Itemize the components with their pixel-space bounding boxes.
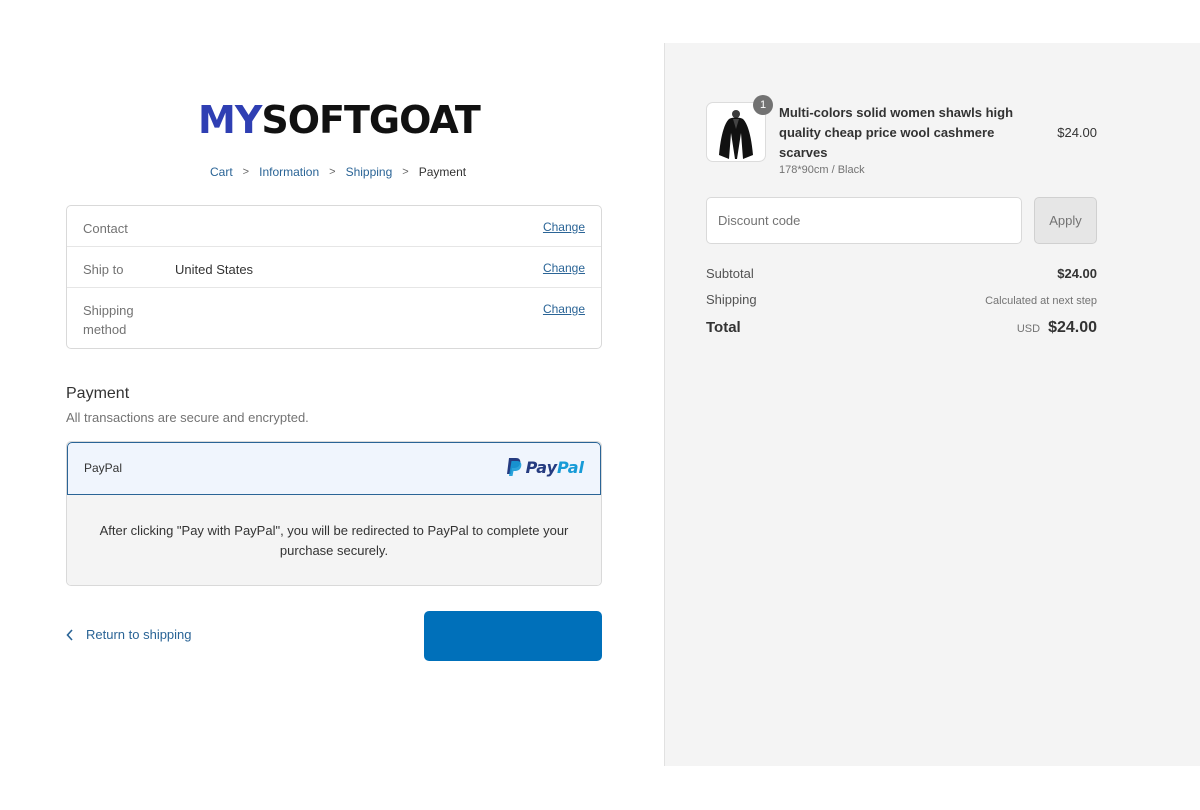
breadcrumb: Cart > Information > Shipping > Payment xyxy=(210,165,466,179)
paypal-logo-pay: Pay xyxy=(525,457,558,477)
breadcrumb-cart[interactable]: Cart xyxy=(210,165,233,179)
payment-subtitle: All transactions are secure and encrypte… xyxy=(66,410,309,425)
product-price: $24.00 xyxy=(1057,125,1097,140)
paypal-info-text: After clicking "Pay with PayPal", you wi… xyxy=(99,523,569,558)
paypal-redirect-info: After clicking "Pay with PayPal", you wi… xyxy=(67,495,601,585)
payment-title: Payment xyxy=(66,385,130,402)
contact-label: Contact xyxy=(83,221,128,236)
total-label: Total xyxy=(706,319,741,336)
checkout-review-box: Contact Change Ship to United States Cha… xyxy=(66,205,602,349)
product-variant: 178*90cm / Black xyxy=(779,164,865,176)
total-row: Total USD $24.00 xyxy=(706,319,1097,337)
product-name: Multi-colors solid women shawls high qua… xyxy=(779,105,1014,160)
product-thumbnail: 1 xyxy=(706,95,773,162)
breadcrumb-information[interactable]: Information xyxy=(259,165,319,179)
quantity-badge: 1 xyxy=(753,95,773,115)
shipping-row: Shipping Calculated at next step xyxy=(706,292,1097,307)
ship-to-value: United States xyxy=(175,262,254,277)
shipping-label: Shipping xyxy=(706,292,757,307)
breadcrumb-shipping[interactable]: Shipping xyxy=(346,165,393,179)
apply-discount-button[interactable]: Apply xyxy=(1034,197,1097,244)
payment-method-box: PayPal PayPal After clicking "Pay with P… xyxy=(66,441,602,586)
logo-part-my: MY xyxy=(198,98,262,142)
paypal-option-label: PayPal xyxy=(84,461,123,475)
return-to-shipping-label: Return to shipping xyxy=(86,627,192,642)
subtotal-value: $24.00 xyxy=(1057,266,1097,281)
paypal-icon xyxy=(506,458,521,476)
paypal-logo-pal: Pal xyxy=(557,457,584,477)
chevron-right-icon: > xyxy=(402,166,409,178)
change-shipping-method-link[interactable]: Change xyxy=(543,302,585,316)
breadcrumb-payment: Payment xyxy=(418,165,467,179)
logo-part-softgoat: SOFTGOAT xyxy=(261,98,480,142)
review-row-shipping-method: Shipping method Change xyxy=(67,288,601,349)
brand-logo[interactable]: MYSOFTGOAT xyxy=(198,98,481,142)
subtotal-row: Subtotal $24.00 xyxy=(706,266,1097,281)
total-currency: USD xyxy=(1016,323,1041,335)
chevron-right-icon: > xyxy=(242,166,250,178)
paypal-option[interactable]: PayPal PayPal xyxy=(67,442,601,495)
total-value: $24.00 xyxy=(1048,319,1097,336)
shipping-value: Calculated at next step xyxy=(985,295,1097,307)
discount-code-input[interactable] xyxy=(706,197,1022,244)
change-ship-to-link[interactable]: Change xyxy=(543,261,585,275)
ship-to-label: Ship to xyxy=(83,262,124,277)
chevron-left-icon xyxy=(66,628,73,641)
change-contact-link[interactable]: Change xyxy=(543,220,585,234)
subtotal-label: Subtotal xyxy=(706,266,754,281)
review-row-ship-to: Ship to United States Change xyxy=(67,247,601,288)
pay-now-button[interactable] xyxy=(424,611,602,661)
return-to-shipping-link[interactable]: Return to shipping xyxy=(66,627,192,642)
paypal-logo: PayPal xyxy=(506,457,584,477)
shipping-method-label: Shipping method xyxy=(83,303,134,337)
review-row-contact: Contact Change xyxy=(67,206,601,247)
chevron-right-icon: > xyxy=(329,166,336,178)
